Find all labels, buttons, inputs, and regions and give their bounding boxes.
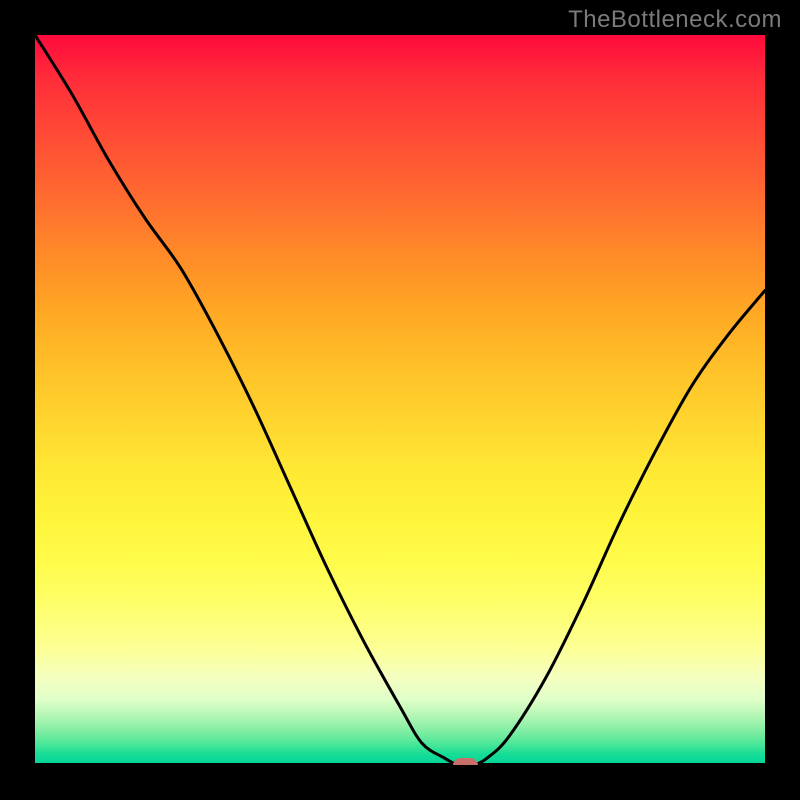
optimal-marker — [453, 758, 478, 766]
watermark-text: TheBottleneck.com — [568, 6, 782, 34]
bottleneck-curve — [35, 35, 765, 765]
baseline — [35, 763, 765, 765]
plot-area — [35, 35, 765, 765]
